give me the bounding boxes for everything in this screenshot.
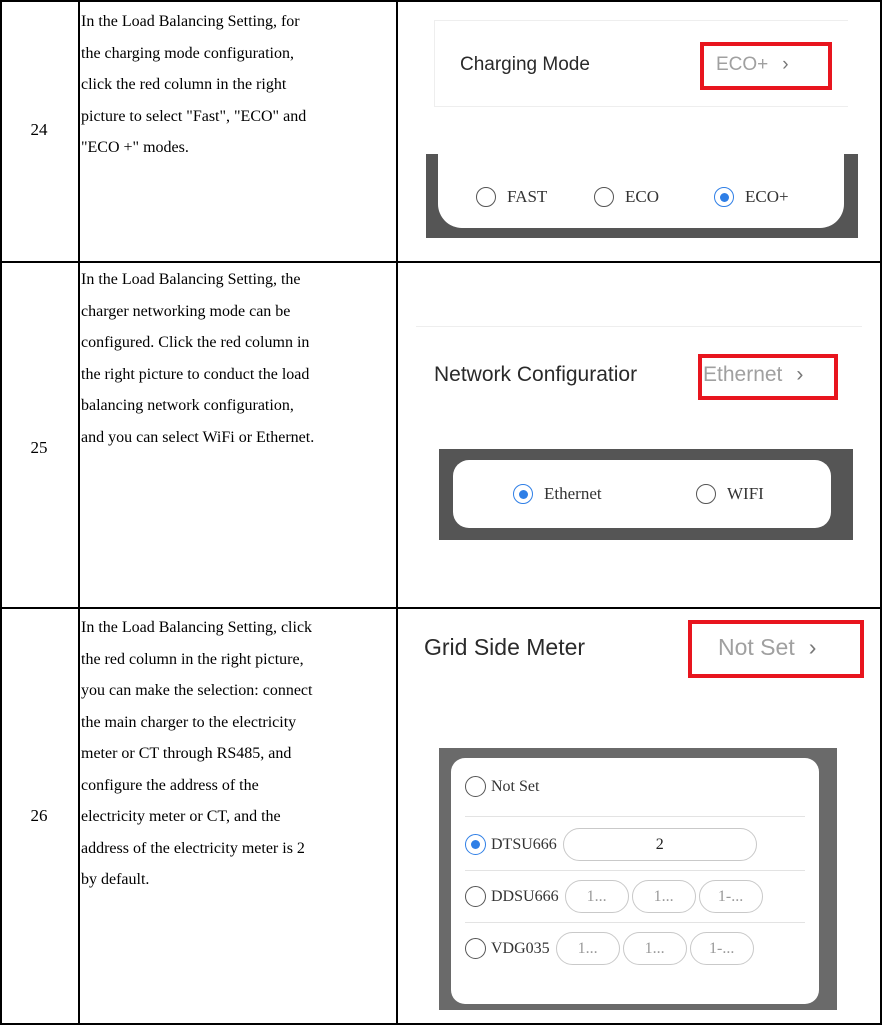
column-divider [78, 0, 80, 1025]
meter-address-field[interactable]: 1... [631, 880, 696, 913]
radio-button-icon[interactable] [465, 886, 486, 907]
row-description: In the Load Balancing Setting, for the c… [81, 13, 307, 156]
meter-address-field[interactable]: 1... [564, 880, 629, 913]
highlight-box [698, 354, 838, 400]
radio-button-icon[interactable] [465, 938, 486, 959]
option-wifi[interactable]: WIFI [696, 484, 764, 504]
row-number: 25 [30, 438, 48, 457]
radio-button-icon[interactable] [465, 834, 486, 855]
charging-mode-screenshot: Charging Mode ECO+ › [434, 20, 848, 108]
meter-address-field[interactable]: 2 [562, 828, 757, 861]
meter-address-field[interactable]: 1-... [698, 880, 763, 913]
meter-option-not-set[interactable]: Not Set [465, 776, 805, 797]
row-description: In the Load Balancing Setting, the charg… [81, 271, 315, 446]
setting-label: Network Configuratior [434, 363, 638, 386]
radio-button-icon[interactable] [513, 484, 533, 504]
setting-label: Charging Mode [460, 54, 590, 75]
meter-address-field[interactable]: 1... [622, 932, 687, 965]
option-eco-plus[interactable]: ECO+ [714, 187, 789, 207]
table-border-top [0, 0, 882, 2]
instruction-table: 24 In the Load Balancing Setting, for th… [0, 0, 882, 1026]
network-popup-screenshot: Ethernet WIFI [439, 449, 853, 540]
grid-meter-screenshot: Grid Side Meter Not Set › [420, 618, 872, 710]
charging-mode-popup-screenshot: FAST ECO ECO+ [426, 154, 858, 238]
meter-address-field[interactable]: 1... [555, 932, 620, 965]
divider [465, 870, 805, 871]
option-ethernet[interactable]: Ethernet [513, 484, 602, 504]
meter-selector: Not Set DTSU666 2 DDSU666 1... 1... 1-..… [451, 758, 819, 1004]
option-fast[interactable]: FAST [476, 187, 547, 207]
table-border-bottom [0, 1023, 882, 1025]
row-divider [0, 607, 882, 609]
mode-selector: FAST ECO ECO+ [438, 154, 844, 228]
column-divider [396, 0, 398, 1025]
row-divider [0, 261, 882, 263]
divider [465, 816, 805, 817]
meter-option-ddsu666[interactable]: DDSU666 1... 1... 1-... [465, 880, 805, 913]
radio-button-icon[interactable] [714, 187, 734, 207]
divider [465, 922, 805, 923]
meter-address-field[interactable]: 1-... [689, 932, 754, 965]
meter-option-dtsu666[interactable]: DTSU666 2 [465, 828, 805, 861]
table-border-left [0, 0, 2, 1025]
highlight-box [688, 620, 864, 678]
radio-button-icon[interactable] [476, 187, 496, 207]
highlight-box [700, 42, 832, 90]
option-eco[interactable]: ECO [594, 187, 659, 207]
row-number: 24 [30, 120, 48, 139]
radio-button-icon[interactable] [465, 776, 486, 797]
meter-popup-screenshot: Not Set DTSU666 2 DDSU666 1... 1... 1-..… [439, 748, 837, 1010]
radio-button-icon[interactable] [594, 187, 614, 207]
meter-option-vdg035[interactable]: VDG035 1... 1... 1-... [465, 932, 805, 965]
setting-label: Grid Side Meter [424, 634, 586, 660]
row-description: In the Load Balancing Setting, click the… [81, 619, 313, 888]
table-border-right [880, 0, 882, 1025]
row-number: 26 [30, 806, 48, 825]
network-selector: Ethernet WIFI [453, 460, 831, 528]
network-config-screenshot: Network Configuratior Ethernet › [416, 326, 862, 406]
radio-button-icon[interactable] [696, 484, 716, 504]
